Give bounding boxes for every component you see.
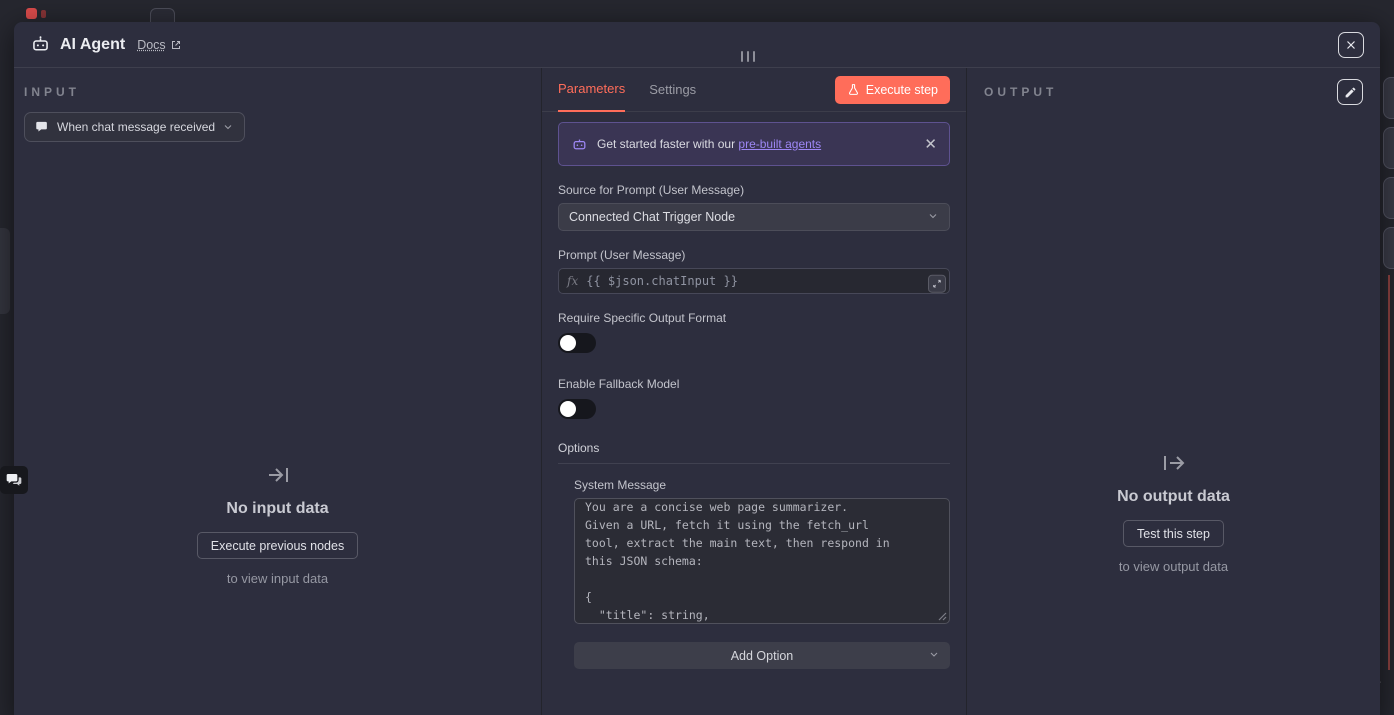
expand-icon [933, 279, 941, 288]
docs-link[interactable]: Docs [137, 38, 181, 52]
input-source-label: When chat message received [57, 120, 216, 134]
system-message-textarea[interactable]: You are a concise web page summarizer. G… [574, 498, 950, 624]
node-title: AI Agent [60, 35, 126, 53]
expand-expression-button[interactable] [928, 274, 946, 293]
canvas-stacked-card[interactable] [1383, 177, 1394, 219]
robot-icon-purple [573, 139, 586, 149]
options-divider [558, 463, 950, 464]
pencil-icon [1345, 87, 1355, 97]
flask-icon [848, 84, 858, 95]
chat-icon [36, 121, 47, 131]
output-arrow-icon [1163, 456, 1184, 470]
source-select-value: Connected Chat Trigger Node [569, 210, 736, 224]
fx-icon: fx [567, 274, 579, 288]
canvas-error-indicator [26, 8, 37, 19]
chevron-down-icon [224, 125, 232, 130]
docs-link-label: Docs [137, 37, 166, 52]
chevron-down-icon [928, 648, 940, 663]
toggle-knob [560, 335, 576, 351]
parameters-panel: Parameters Settings Execute step Get sta… [541, 68, 967, 715]
prompt-input[interactable]: fx {{ $json.chatInput }} [558, 268, 950, 294]
input-empty-state: No input data Execute previous nodes to … [14, 463, 541, 586]
require-output-label: Require Specific Output Format [558, 311, 727, 325]
test-this-step-button[interactable]: Test this step [1123, 520, 1224, 547]
input-panel: INPUT When chat message received No inpu… [14, 68, 541, 715]
resize-handle[interactable] [937, 611, 947, 621]
prebuilt-agents-banner: Get started faster with our pre-built ag… [558, 122, 950, 166]
canvas-error-indicator-2 [41, 10, 46, 18]
add-option-button[interactable]: Add Option [574, 642, 950, 669]
execute-previous-nodes-button[interactable]: Execute previous nodes [196, 532, 359, 559]
fallback-model-label: Enable Fallback Model [558, 377, 680, 391]
system-message-value: You are a concise web page summarizer. G… [585, 500, 890, 622]
add-option-label: Add Option [730, 648, 794, 663]
toggle-knob [560, 401, 576, 417]
input-source-select[interactable]: When chat message received [24, 112, 246, 142]
tab-settings[interactable]: Settings [649, 68, 696, 112]
edit-output-button[interactable] [1337, 79, 1363, 105]
output-empty-state: No output data Test this step to view ou… [967, 451, 1380, 574]
output-empty-title: No output data [1117, 488, 1230, 505]
canvas-stacked-card[interactable] [1383, 127, 1394, 169]
canvas-connection-line [1388, 275, 1390, 670]
prompt-label: Prompt (User Message) [558, 248, 686, 262]
close-icon [1347, 40, 1355, 49]
source-prompt-label: Source for Prompt (User Message) [558, 183, 745, 197]
robot-icon [30, 34, 51, 55]
chat-bubbles-icon [6, 474, 22, 486]
canvas-node-edge [0, 228, 10, 314]
input-arrow-icon [268, 468, 288, 482]
input-empty-title: No input data [226, 500, 329, 517]
panel-drag-handle[interactable] [741, 51, 755, 62]
output-panel: OUTPUT No output data Test this step to … [967, 68, 1380, 715]
close-button[interactable] [1338, 31, 1364, 58]
prompt-value: {{ $json.chatInput }} [586, 274, 738, 288]
fallback-model-toggle[interactable] [558, 399, 596, 419]
execute-step-label: Execute step [865, 82, 938, 97]
tabbar: Parameters Settings Execute step [542, 68, 966, 112]
node-details-modal: AI Agent Docs INPUT When chat message re… [14, 22, 1380, 715]
prebuilt-agents-link[interactable]: pre-built agents [738, 137, 821, 151]
input-empty-hint: to view input data [226, 571, 329, 586]
chevron-down-icon [927, 210, 939, 225]
canvas-stacked-card[interactable] [1383, 77, 1394, 119]
output-empty-hint: to view output data [1118, 559, 1229, 574]
system-message-label: System Message [574, 478, 667, 492]
modal-header: AI Agent Docs [14, 22, 1380, 68]
banner-close-icon[interactable]: ✕ [924, 137, 937, 152]
banner-text: Get started faster with our pre-built ag… [597, 137, 822, 151]
parameters-scroll-area: Get started faster with our pre-built ag… [542, 112, 966, 715]
canvas-stacked-card[interactable] [1383, 227, 1394, 269]
app-screen: AI Agent Docs INPUT When chat message re… [0, 0, 1394, 715]
output-panel-label: OUTPUT [984, 85, 1058, 99]
execute-step-button[interactable]: Execute step [834, 75, 950, 104]
external-link-icon [171, 40, 180, 49]
chat-toggle-button[interactable] [0, 466, 28, 494]
tab-parameters[interactable]: Parameters [558, 68, 626, 112]
source-select[interactable]: Connected Chat Trigger Node [558, 203, 950, 231]
input-panel-label: INPUT [24, 85, 80, 99]
options-section-label: Options [558, 441, 600, 455]
require-output-toggle[interactable] [558, 333, 596, 353]
